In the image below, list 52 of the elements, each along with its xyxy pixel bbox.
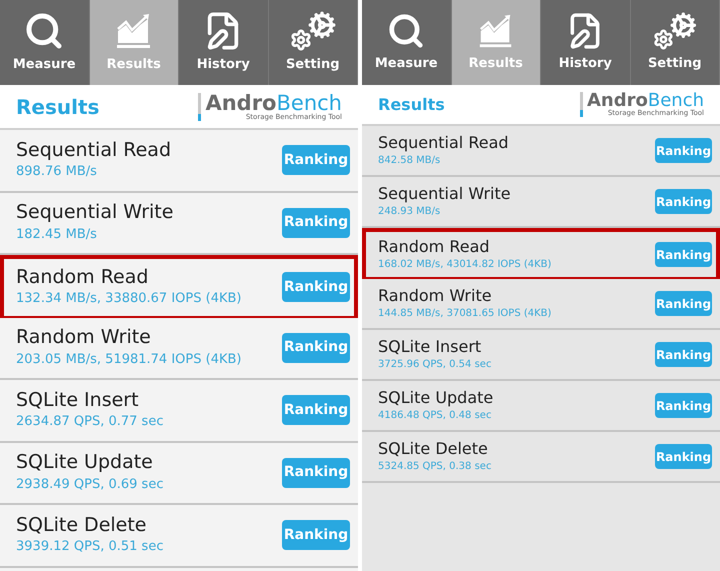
ranking-button[interactable]: Ranking <box>655 242 712 267</box>
test-result: 4186.48 QPS, 0.48 sec <box>378 409 492 423</box>
test-result: 168.02 MB/s, 43014.82 IOPS (4KB) <box>378 258 552 272</box>
search-icon <box>387 12 426 50</box>
test-name: Random Write <box>16 326 152 350</box>
nav-tab[interactable]: Results <box>452 0 541 85</box>
test-name: Random Write <box>378 286 493 306</box>
logo-text: AndroBench <box>205 92 342 114</box>
gears-icon <box>652 12 697 50</box>
ranking-button[interactable]: Ranking <box>655 393 712 418</box>
test-result: 203.05 MB/s, 51981.74 IOPS (4KB) <box>16 350 242 369</box>
page-title: Results <box>16 94 100 120</box>
page-title: Results <box>378 94 445 116</box>
test-result: 182.45 MB/s <box>16 226 98 244</box>
test-name: SQLite Update <box>16 451 154 475</box>
test-name: SQLite Delete <box>16 514 148 538</box>
ranking-button[interactable]: Ranking <box>282 332 350 363</box>
ranking-button[interactable]: Ranking <box>282 208 350 238</box>
search-icon <box>24 10 64 51</box>
ranking-button[interactable]: Ranking <box>282 458 350 488</box>
ranking-button[interactable]: Ranking <box>282 272 350 302</box>
test-name: SQLite Update <box>378 388 494 408</box>
logo-text: AndroBench <box>586 92 704 110</box>
test-result: 144.85 MB/s, 37081.65 IOPS (4KB) <box>378 307 552 321</box>
test-result: 2634.87 QPS, 0.77 sec <box>16 413 164 432</box>
ranking-button[interactable]: Ranking <box>655 138 712 163</box>
ranking-button[interactable]: Ranking <box>282 395 350 426</box>
test-name: SQLite Insert <box>378 337 482 357</box>
test-result: 132.34 MB/s, 33880.67 IOPS (4KB) <box>16 290 242 308</box>
test-name: Random Read <box>16 266 150 290</box>
test-name: Sequential Read <box>16 138 172 162</box>
test-name: SQLite Insert <box>16 388 140 412</box>
test-result: 842.58 MB/s <box>378 154 442 168</box>
test-name: Random Read <box>378 237 491 257</box>
test-result: 898.76 MB/s <box>16 163 98 182</box>
ranking-button[interactable]: Ranking <box>655 342 712 367</box>
ranking-button[interactable]: Ranking <box>282 520 350 550</box>
ranking-button[interactable]: Ranking <box>655 444 712 469</box>
test-name: Sequential Write <box>16 201 174 225</box>
ranking-button[interactable]: Ranking <box>655 291 712 316</box>
test-result: 5324.85 QPS, 0.38 sec <box>378 460 492 474</box>
nav-tab[interactable]: Results <box>90 0 179 85</box>
test-name: Sequential Read <box>378 133 509 153</box>
test-name: Sequential Write <box>378 184 511 204</box>
ranking-button[interactable]: Ranking <box>282 145 350 176</box>
test-name: SQLite Delete <box>378 439 489 459</box>
test-result: 248.93 MB/s <box>378 205 442 219</box>
ranking-button[interactable]: Ranking <box>655 189 712 214</box>
test-result: 3725.96 QPS, 0.54 sec <box>378 358 492 372</box>
test-result: 2938.49 QPS, 0.69 sec <box>16 476 164 494</box>
test-result: 3939.12 QPS, 0.51 sec <box>16 538 164 556</box>
gears-icon <box>290 10 336 51</box>
